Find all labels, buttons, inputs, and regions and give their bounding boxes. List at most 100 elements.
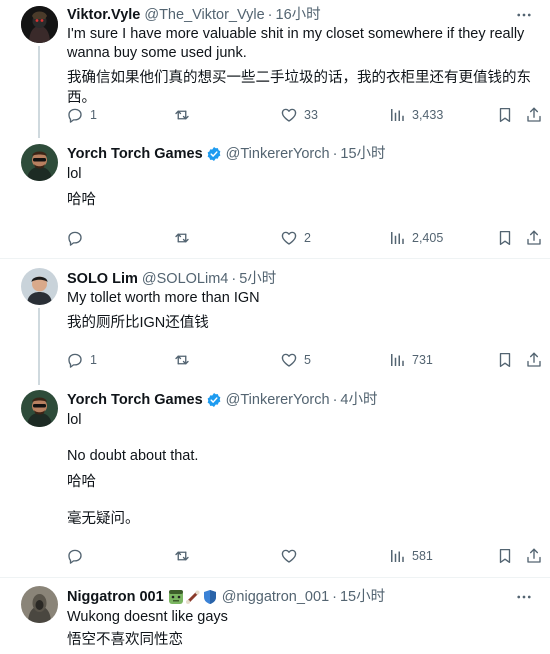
- action-bar: 581: [66, 546, 538, 566]
- action-bar: 1 33 3,433: [66, 105, 538, 125]
- avatar[interactable]: [21, 144, 58, 181]
- reply-button[interactable]: 1: [66, 350, 97, 370]
- name-emojis: [168, 589, 218, 605]
- separator-dot: ·: [267, 7, 273, 23]
- display-name[interactable]: SOLO Lim: [67, 270, 138, 288]
- like-icon: [280, 351, 298, 369]
- tweet-header: SOLO Lim @SOLOLim4 · 5小时: [67, 270, 276, 288]
- action-bar: 2 2,405: [66, 228, 538, 248]
- tweet-text: I'm sure I have more valuable shit in my…: [67, 26, 525, 42]
- separator-dot: ·: [332, 392, 338, 408]
- reply-icon: [66, 547, 84, 565]
- tweet-text: 我确信如果他们真的想买一些二手垃圾的话，我的衣柜里还有更值钱的东西。: [67, 70, 531, 106]
- retweet-button[interactable]: [173, 105, 197, 125]
- share-button[interactable]: [525, 350, 543, 370]
- tweet-text: My tollet worth more than IGN: [67, 290, 260, 306]
- reply-button[interactable]: [66, 546, 90, 566]
- timestamp[interactable]: 15小时: [340, 588, 385, 606]
- more-icon[interactable]: [515, 588, 533, 606]
- tweet-text: 哈哈: [67, 474, 96, 490]
- views-button[interactable]: 581: [388, 546, 433, 566]
- tweet-text: 毫无疑问。: [67, 511, 140, 527]
- share-icon: [525, 351, 543, 369]
- user-handle[interactable]: @TinkererYorch: [226, 391, 330, 409]
- thread-line: [38, 46, 40, 138]
- retweet-button[interactable]: [173, 228, 197, 248]
- tweet-header: Yorch Torch Games @TinkererYorch · 4小时: [67, 391, 377, 409]
- bookmark-icon: [496, 106, 514, 124]
- user-handle[interactable]: @niggatron_001: [222, 588, 329, 606]
- display-name[interactable]: Niggatron 001: [67, 588, 164, 606]
- reply-button[interactable]: [66, 228, 90, 248]
- display-name[interactable]: Viktor.Vyle: [67, 6, 140, 24]
- bookmark-button[interactable]: [496, 350, 514, 370]
- tweet-text: lol: [67, 166, 82, 182]
- timestamp[interactable]: 16小时: [276, 6, 321, 24]
- views-count: 581: [412, 549, 433, 563]
- tweet-header: Viktor.Vyle @The_Viktor_Vyle · 16小时: [67, 6, 321, 24]
- like-icon: [280, 229, 298, 247]
- user-handle[interactable]: @TinkererYorch: [226, 145, 330, 163]
- share-button[interactable]: [525, 546, 543, 566]
- reply-count: 1: [90, 353, 97, 367]
- share-button[interactable]: [525, 105, 543, 125]
- retweet-button[interactable]: [173, 546, 197, 566]
- views-icon: [388, 547, 406, 565]
- bookmark-button[interactable]: [496, 105, 514, 125]
- bookmark-button[interactable]: [496, 228, 514, 248]
- share-icon: [525, 547, 543, 565]
- bone-emoji-icon: [185, 590, 200, 604]
- more-icon[interactable]: [515, 6, 533, 24]
- tweet-text: lol: [67, 412, 82, 428]
- bookmark-icon: [496, 229, 514, 247]
- tweet-text: 我的厕所比IGN还值钱: [67, 315, 209, 331]
- like-button[interactable]: [280, 546, 304, 566]
- like-count: 2: [304, 231, 311, 245]
- reply-count: 1: [90, 108, 97, 122]
- share-icon: [525, 229, 543, 247]
- timestamp[interactable]: 4小时: [340, 391, 377, 409]
- tweet-text: wanna buy some used junk.: [67, 45, 247, 61]
- reply-icon: [66, 106, 84, 124]
- retweet-icon: [173, 547, 191, 565]
- retweet-button[interactable]: [173, 350, 197, 370]
- reply-icon: [66, 351, 84, 369]
- like-count: 5: [304, 353, 311, 367]
- views-button[interactable]: 2,405: [388, 228, 443, 248]
- timestamp[interactable]: 15小时: [340, 145, 385, 163]
- avatar[interactable]: [21, 268, 58, 305]
- action-bar: 1 5 731: [66, 350, 538, 370]
- like-button[interactable]: 2: [280, 228, 311, 248]
- like-button[interactable]: 5: [280, 350, 311, 370]
- avatar[interactable]: [21, 586, 58, 623]
- timestamp[interactable]: 5小时: [239, 270, 276, 288]
- display-name[interactable]: Yorch Torch Games: [67, 391, 203, 409]
- views-count: 3,433: [412, 108, 444, 122]
- like-count: 33: [304, 108, 318, 122]
- reply-icon: [66, 229, 84, 247]
- zombie-emoji-icon: [168, 590, 183, 604]
- views-button[interactable]: 731: [388, 350, 433, 370]
- divider: [0, 577, 550, 578]
- views-icon: [388, 351, 406, 369]
- display-name[interactable]: Yorch Torch Games: [67, 145, 203, 163]
- views-icon: [388, 106, 406, 124]
- views-count: 731: [412, 353, 433, 367]
- avatar[interactable]: [21, 390, 58, 427]
- share-button[interactable]: [525, 228, 543, 248]
- user-handle[interactable]: @The_Viktor_Vyle: [144, 6, 264, 24]
- reply-button[interactable]: 1: [66, 105, 97, 125]
- like-button[interactable]: 33: [280, 105, 318, 125]
- share-icon: [525, 106, 543, 124]
- tweet-text: No doubt about that.: [67, 448, 199, 464]
- tweet-text: Wukong doesnt like gays: [67, 609, 228, 625]
- separator-dot: ·: [231, 271, 237, 287]
- tweet-text: 悟空不喜欢同性恋: [67, 632, 183, 648]
- separator-dot: ·: [332, 146, 338, 162]
- user-handle[interactable]: @SOLOLim4: [142, 270, 228, 288]
- bookmark-button[interactable]: [496, 546, 514, 566]
- retweet-icon: [173, 106, 191, 124]
- views-button[interactable]: 3,433: [388, 105, 443, 125]
- avatar[interactable]: [21, 6, 58, 43]
- tweet-text: 哈哈: [67, 192, 96, 208]
